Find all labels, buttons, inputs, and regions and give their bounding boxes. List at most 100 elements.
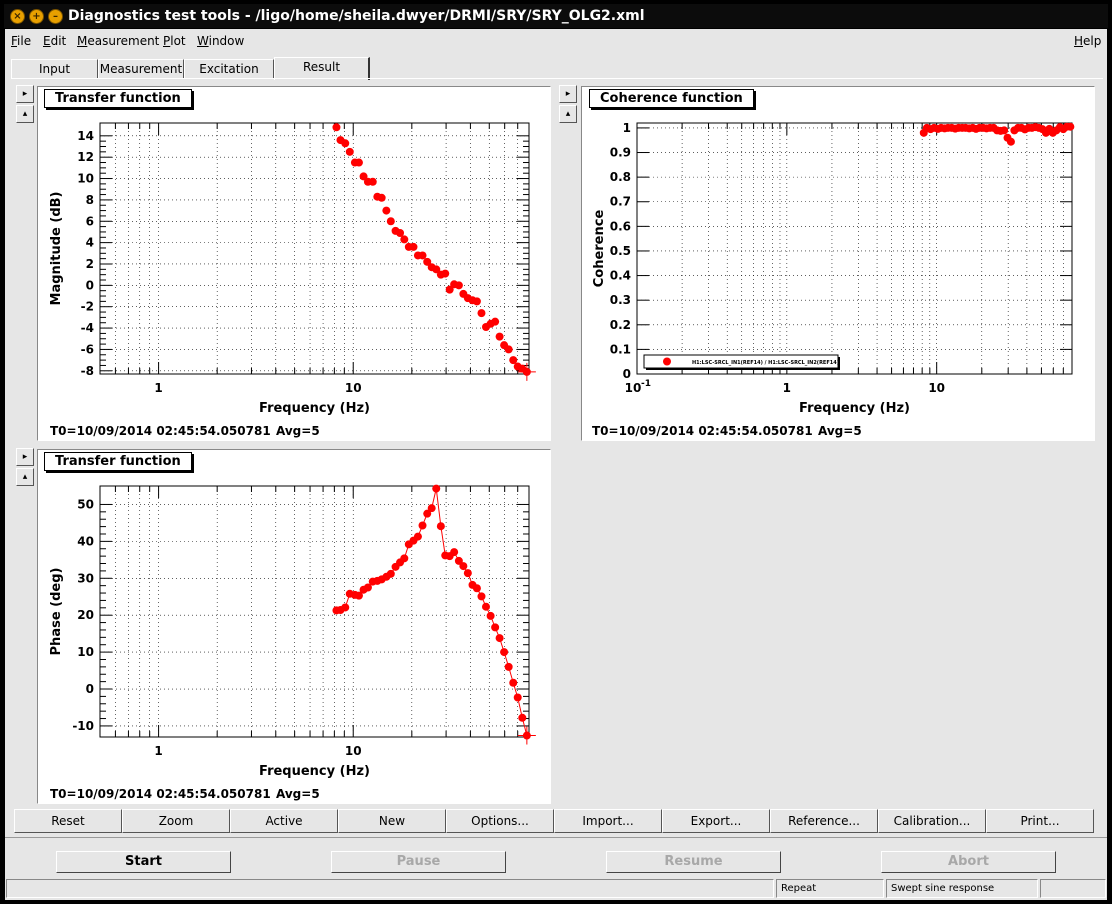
app-window: × + – Diagnostics test tools - /ligo/hom… <box>0 0 1112 904</box>
panel1-expand-button[interactable]: ▸ <box>16 85 34 103</box>
abort-button[interactable]: Abort <box>881 851 1056 873</box>
data-point <box>477 592 486 601</box>
x-tick-label: 1 <box>783 381 791 395</box>
y-tick-label: 0.4 <box>610 269 631 283</box>
tab-divider <box>11 78 1103 79</box>
resume-button[interactable]: Resume <box>606 851 781 873</box>
new-button[interactable]: New <box>338 809 446 833</box>
reset-button[interactable]: Reset <box>14 809 122 833</box>
data-point <box>463 569 472 578</box>
import-button[interactable]: Import... <box>554 809 662 833</box>
data-point <box>400 235 409 244</box>
options-button[interactable]: Options... <box>446 809 554 833</box>
data-point <box>341 603 350 612</box>
divider <box>5 837 1107 838</box>
data-point <box>341 139 350 148</box>
data-point <box>518 713 527 722</box>
panel1-collapse-button[interactable]: ▴ <box>16 105 34 123</box>
menu-window[interactable]: Window <box>197 34 244 48</box>
y-tick-label: 0.1 <box>610 342 631 356</box>
menu-help[interactable]: Help <box>1074 34 1101 48</box>
maximize-icon[interactable]: + <box>29 9 44 24</box>
client-area: File Edit Measurement Plot Window Help I… <box>5 29 1107 900</box>
status-bar: Repeat Swept sine response <box>5 879 1107 899</box>
active-button[interactable]: Active <box>230 809 338 833</box>
data-point <box>500 648 509 657</box>
data-point <box>472 584 481 593</box>
data-point <box>332 123 341 132</box>
y-tick-label: -8 <box>81 364 94 378</box>
y-tick-label: 2 <box>86 257 94 271</box>
data-point <box>504 345 513 354</box>
plot-frame <box>99 485 530 738</box>
minimize-icon[interactable]: – <box>48 9 63 24</box>
phase-plot-panel[interactable]: Transfer function 1 10 -10 0 10 20 30 40 50 Frequ… <box>37 449 551 804</box>
coherence-plot-panel[interactable]: Coherence function 10 -1 1 10 0 0.1 0.2 0.3 0.4 0… <box>581 86 1095 441</box>
data-point <box>413 532 422 541</box>
x-tick-label-exp: -1 <box>641 379 651 389</box>
tab-input[interactable]: Input <box>11 59 98 79</box>
x-axis-label: Frequency (Hz) <box>799 401 910 416</box>
menu-file[interactable]: File <box>11 34 31 48</box>
data-point <box>377 193 386 202</box>
export-button[interactable]: Export... <box>662 809 770 833</box>
y-tick-label: 40 <box>77 534 94 548</box>
panel3-expand-button[interactable]: ▸ <box>16 448 34 466</box>
t0-label: T0=10/09/2014 02:45:54.050781 <box>592 424 813 438</box>
panel3-collapse-button[interactable]: ▴ <box>16 468 34 486</box>
start-button[interactable]: Start <box>56 851 231 873</box>
x-tick-label: 1 <box>154 381 162 395</box>
y-tick-label: 0 <box>623 367 631 381</box>
y-axis-label: Phase (deg) <box>49 568 64 656</box>
y-tick-label: 0.5 <box>610 244 631 258</box>
x-tick-label: 10 <box>345 744 362 758</box>
tab-result[interactable]: Result <box>274 57 370 80</box>
x-axis-label: Frequency (Hz) <box>259 764 370 779</box>
y-tick-label: -10 <box>72 719 94 733</box>
phase-chart[interactable]: 1 10 -10 0 10 20 30 40 50 Frequency (Hz) Phase (de… <box>38 450 550 803</box>
window-title: Diagnostics test tools - /ligo/home/shei… <box>68 8 645 24</box>
data-point <box>459 562 468 571</box>
data-point <box>368 177 377 186</box>
data-point <box>400 554 409 563</box>
status-extra <box>1040 879 1106 898</box>
y-tick-label: 0.9 <box>610 146 631 160</box>
y-tick-label: -6 <box>81 342 94 356</box>
panel2-expand-button[interactable]: ▸ <box>559 85 577 103</box>
legend-label: H1:LSC-SRCL_IN1(REF14) / H1:LSC-SRCL_IN2… <box>692 360 839 366</box>
status-message <box>6 879 774 898</box>
coherence-chart[interactable]: 10 -1 1 1000.10.20.30.40.50.60.70.80.91Freq… <box>582 87 1094 440</box>
menu-measurement[interactable]: Measurement <box>77 34 159 48</box>
data-point <box>486 611 495 620</box>
tab-excitation[interactable]: Excitation <box>184 59 274 79</box>
data-point <box>513 693 522 702</box>
menu-plot[interactable]: Plot <box>163 34 186 48</box>
data-point <box>441 269 450 278</box>
close-icon[interactable]: × <box>10 9 25 24</box>
magnitude-plot-panel[interactable]: Transfer function 1 10 -8 -6 -4 -2 0 2 4 6 8 10 12 14… <box>37 86 551 441</box>
calibration-button[interactable]: Calibration... <box>878 809 986 833</box>
y-tick-label: 4 <box>86 236 94 250</box>
y-tick-label: 6 <box>86 214 94 228</box>
legend-marker <box>663 357 671 366</box>
reference-button[interactable]: Reference... <box>770 809 878 833</box>
tab-measurement[interactable]: Measurement <box>98 59 184 79</box>
data-point <box>427 504 436 513</box>
pause-button[interactable]: Pause <box>331 851 506 873</box>
menu-edit[interactable]: Edit <box>43 34 66 48</box>
data-point <box>450 548 459 557</box>
y-tick-label: 30 <box>77 571 94 585</box>
magnitude-chart[interactable]: 1 10 -8 -6 -4 -2 0 2 4 6 8 10 12 14 Frequency (Hz) Magn… <box>38 87 550 440</box>
data-point <box>472 297 481 306</box>
print-button[interactable]: Print... <box>986 809 1094 833</box>
zoom-button[interactable]: Zoom <box>122 809 230 833</box>
avg-label: Avg=5 <box>276 424 320 438</box>
y-tick-label: 12 <box>77 150 94 164</box>
panel2-collapse-button[interactable]: ▴ <box>559 105 577 123</box>
y-axis-label: Coherence <box>592 210 607 288</box>
y-tick-label: 50 <box>77 497 94 511</box>
t0-label: T0=10/09/2014 02:45:54.050781 <box>50 424 271 438</box>
y-tick-label: 0.2 <box>610 318 631 332</box>
x-axis-label: Frequency (Hz) <box>259 401 370 416</box>
data-point <box>354 158 363 167</box>
